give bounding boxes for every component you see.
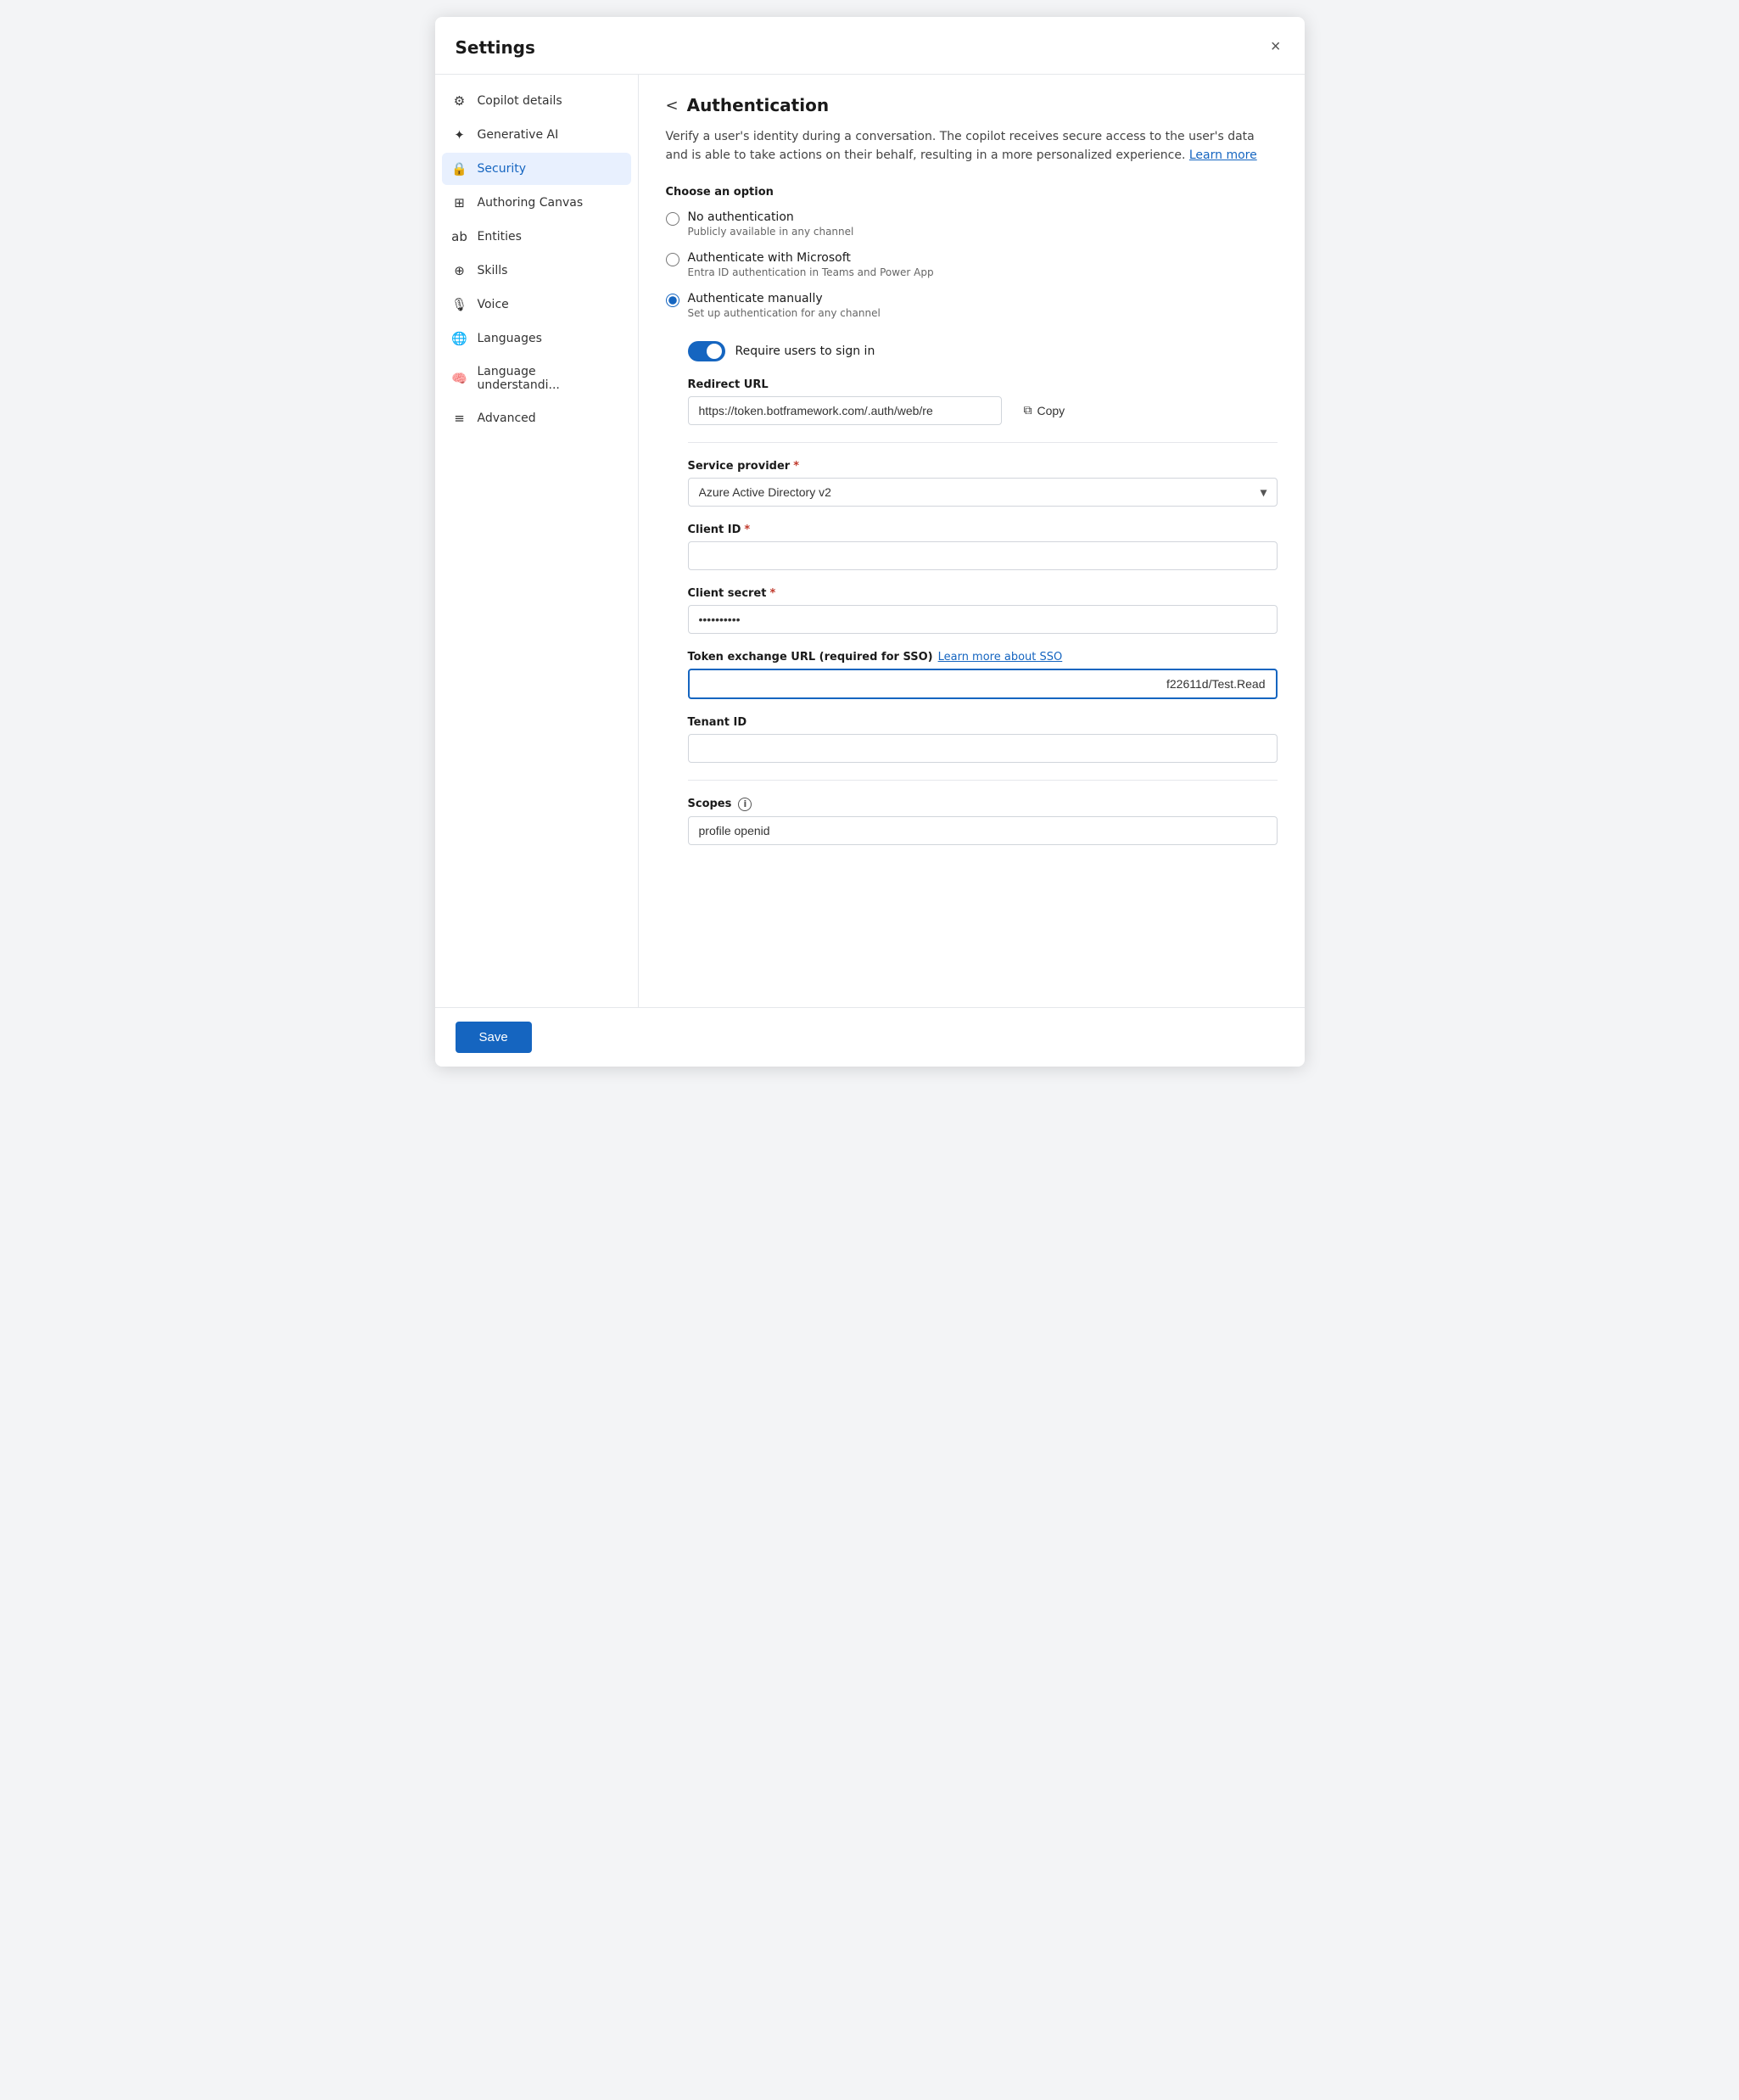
no-auth-option[interactable]: No authentication Publicly available in … bbox=[666, 210, 1278, 238]
required-star: * bbox=[793, 460, 799, 473]
sidebar-label-security: Security bbox=[478, 162, 527, 176]
sidebar-item-voice[interactable]: 🎙 Voice bbox=[442, 288, 631, 321]
advanced-icon: ≡ bbox=[452, 411, 467, 426]
service-provider-select[interactable]: Azure Active Directory v2 Azure Active D… bbox=[688, 478, 1278, 507]
redirect-url-input[interactable] bbox=[688, 396, 1002, 425]
no-auth-label: No authentication bbox=[688, 210, 854, 224]
sign-in-toggle[interactable] bbox=[688, 341, 725, 361]
client-id-field: Client ID * bbox=[688, 524, 1278, 570]
footer: Save bbox=[435, 1007, 1305, 1067]
microsoft-auth-radio[interactable] bbox=[666, 253, 679, 266]
client-id-required-star: * bbox=[744, 524, 750, 536]
language-understanding-icon: 🧠 bbox=[452, 371, 467, 386]
page-title: Authentication bbox=[687, 95, 829, 115]
sidebar-item-language-understanding[interactable]: 🧠 Language understandi... bbox=[442, 356, 631, 400]
sidebar-label-copilot-details: Copilot details bbox=[478, 94, 562, 108]
sidebar-label-advanced: Advanced bbox=[478, 412, 536, 425]
token-exchange-url-input[interactable] bbox=[688, 669, 1278, 699]
tenant-id-field: Tenant ID bbox=[688, 716, 1278, 763]
scopes-info-icon[interactable]: i bbox=[738, 798, 752, 811]
settings-window: Settings × ⚙ Copilot details ✦ Generative A… bbox=[435, 17, 1305, 1067]
generative-ai-icon: ✦ bbox=[452, 127, 467, 143]
client-secret-required-star: * bbox=[769, 587, 775, 600]
divider bbox=[688, 442, 1278, 443]
client-secret-label: Client secret * bbox=[688, 587, 1278, 600]
sidebar: ⚙ Copilot details ✦ Generative AI 🔒 Security ⊞… bbox=[435, 75, 639, 1007]
title-bar: Settings × bbox=[435, 17, 1305, 75]
token-exchange-label: Token exchange URL (required for SSO) bbox=[688, 651, 933, 664]
sso-learn-more-link[interactable]: Learn more about SSO bbox=[938, 651, 1063, 664]
copy-icon: ⧉ bbox=[1024, 403, 1032, 417]
microsoft-auth-subtitle: Entra ID authentication in Teams and Pow… bbox=[688, 266, 934, 278]
security-icon: 🔒 bbox=[452, 161, 467, 176]
client-id-input[interactable] bbox=[688, 541, 1278, 570]
sidebar-label-language-understanding: Language understandi... bbox=[478, 365, 621, 392]
scopes-label: Scopes i bbox=[688, 798, 1278, 811]
sidebar-label-generative-ai: Generative AI bbox=[478, 128, 559, 142]
sidebar-item-copilot-details[interactable]: ⚙ Copilot details bbox=[442, 85, 631, 117]
service-provider-label: Service provider * bbox=[688, 460, 1278, 473]
sidebar-item-authoring-canvas[interactable]: ⊞ Authoring Canvas bbox=[442, 187, 631, 219]
sidebar-item-skills[interactable]: ⊕ Skills bbox=[442, 255, 631, 287]
voice-icon: 🎙 bbox=[452, 297, 467, 312]
no-auth-subtitle: Publicly available in any channel bbox=[688, 226, 854, 238]
authoring-canvas-icon: ⊞ bbox=[452, 195, 467, 210]
tenant-id-input[interactable] bbox=[688, 734, 1278, 763]
toggle-slider bbox=[688, 341, 725, 361]
manual-auth-subtitle: Set up authentication for any channel bbox=[688, 307, 881, 319]
client-secret-input[interactable] bbox=[688, 605, 1278, 634]
back-arrow[interactable]: < bbox=[666, 97, 679, 115]
service-provider-field: Service provider * Azure Active Director… bbox=[688, 460, 1278, 507]
skills-icon: ⊕ bbox=[452, 263, 467, 278]
sidebar-label-voice: Voice bbox=[478, 298, 509, 311]
service-provider-select-wrapper: Azure Active Directory v2 Azure Active D… bbox=[688, 478, 1278, 507]
copy-button[interactable]: ⧉ Copy bbox=[1010, 396, 1079, 424]
toggle-label: Require users to sign in bbox=[735, 344, 875, 358]
page-description: Verify a user's identity during a conver… bbox=[666, 127, 1278, 165]
save-button[interactable]: Save bbox=[456, 1022, 532, 1053]
window-title: Settings bbox=[456, 37, 535, 58]
scopes-input[interactable] bbox=[688, 816, 1278, 845]
content-area: ⚙ Copilot details ✦ Generative AI 🔒 Security ⊞… bbox=[435, 75, 1305, 1007]
manual-auth-option[interactable]: Authenticate manually Set up authenticat… bbox=[666, 292, 1278, 319]
microsoft-auth-option[interactable]: Authenticate with Microsoft Entra ID aut… bbox=[666, 251, 1278, 278]
auth-options: No authentication Publicly available in … bbox=[666, 210, 1278, 862]
learn-more-link[interactable]: Learn more bbox=[1189, 148, 1257, 162]
client-id-label: Client ID * bbox=[688, 524, 1278, 536]
main-content: < Authentication Verify a user's identit… bbox=[639, 75, 1305, 1007]
manual-auth-label: Authenticate manually bbox=[688, 292, 881, 305]
manual-auth-radio[interactable] bbox=[666, 294, 679, 307]
sidebar-item-languages[interactable]: 🌐 Languages bbox=[442, 322, 631, 355]
no-auth-radio[interactable] bbox=[666, 212, 679, 226]
sidebar-label-authoring-canvas: Authoring Canvas bbox=[478, 196, 584, 210]
redirect-url-label: Redirect URL bbox=[688, 378, 1278, 391]
sidebar-item-advanced[interactable]: ≡ Advanced bbox=[442, 402, 631, 434]
toggle-row: Require users to sign in bbox=[688, 341, 1278, 361]
sidebar-label-skills: Skills bbox=[478, 264, 508, 277]
redirect-url-field: Redirect URL ⧉ Copy bbox=[688, 378, 1278, 425]
sidebar-item-generative-ai[interactable]: ✦ Generative AI bbox=[442, 119, 631, 151]
token-exchange-label-row: Token exchange URL (required for SSO) Le… bbox=[688, 651, 1278, 664]
sidebar-item-entities[interactable]: ab Entities bbox=[442, 221, 631, 253]
microsoft-auth-label: Authenticate with Microsoft bbox=[688, 251, 934, 265]
scopes-divider bbox=[688, 780, 1278, 781]
sidebar-label-entities: Entities bbox=[478, 230, 522, 244]
languages-icon: 🌐 bbox=[452, 331, 467, 346]
copilot-details-icon: ⚙ bbox=[452, 93, 467, 109]
sidebar-label-languages: Languages bbox=[478, 332, 542, 345]
sidebar-item-security[interactable]: 🔒 Security bbox=[442, 153, 631, 185]
manual-auth-section: Require users to sign in Redirect URL ⧉ … bbox=[688, 341, 1278, 862]
token-exchange-url-field: Token exchange URL (required for SSO) Le… bbox=[688, 651, 1278, 699]
choose-option-label: Choose an option bbox=[666, 186, 1278, 199]
scopes-field: Scopes i bbox=[688, 798, 1278, 845]
page-header: < Authentication bbox=[666, 95, 1278, 115]
client-secret-field: Client secret * bbox=[688, 587, 1278, 634]
entities-icon: ab bbox=[452, 229, 467, 244]
close-button[interactable]: × bbox=[1267, 34, 1284, 60]
tenant-id-label: Tenant ID bbox=[688, 716, 1278, 729]
